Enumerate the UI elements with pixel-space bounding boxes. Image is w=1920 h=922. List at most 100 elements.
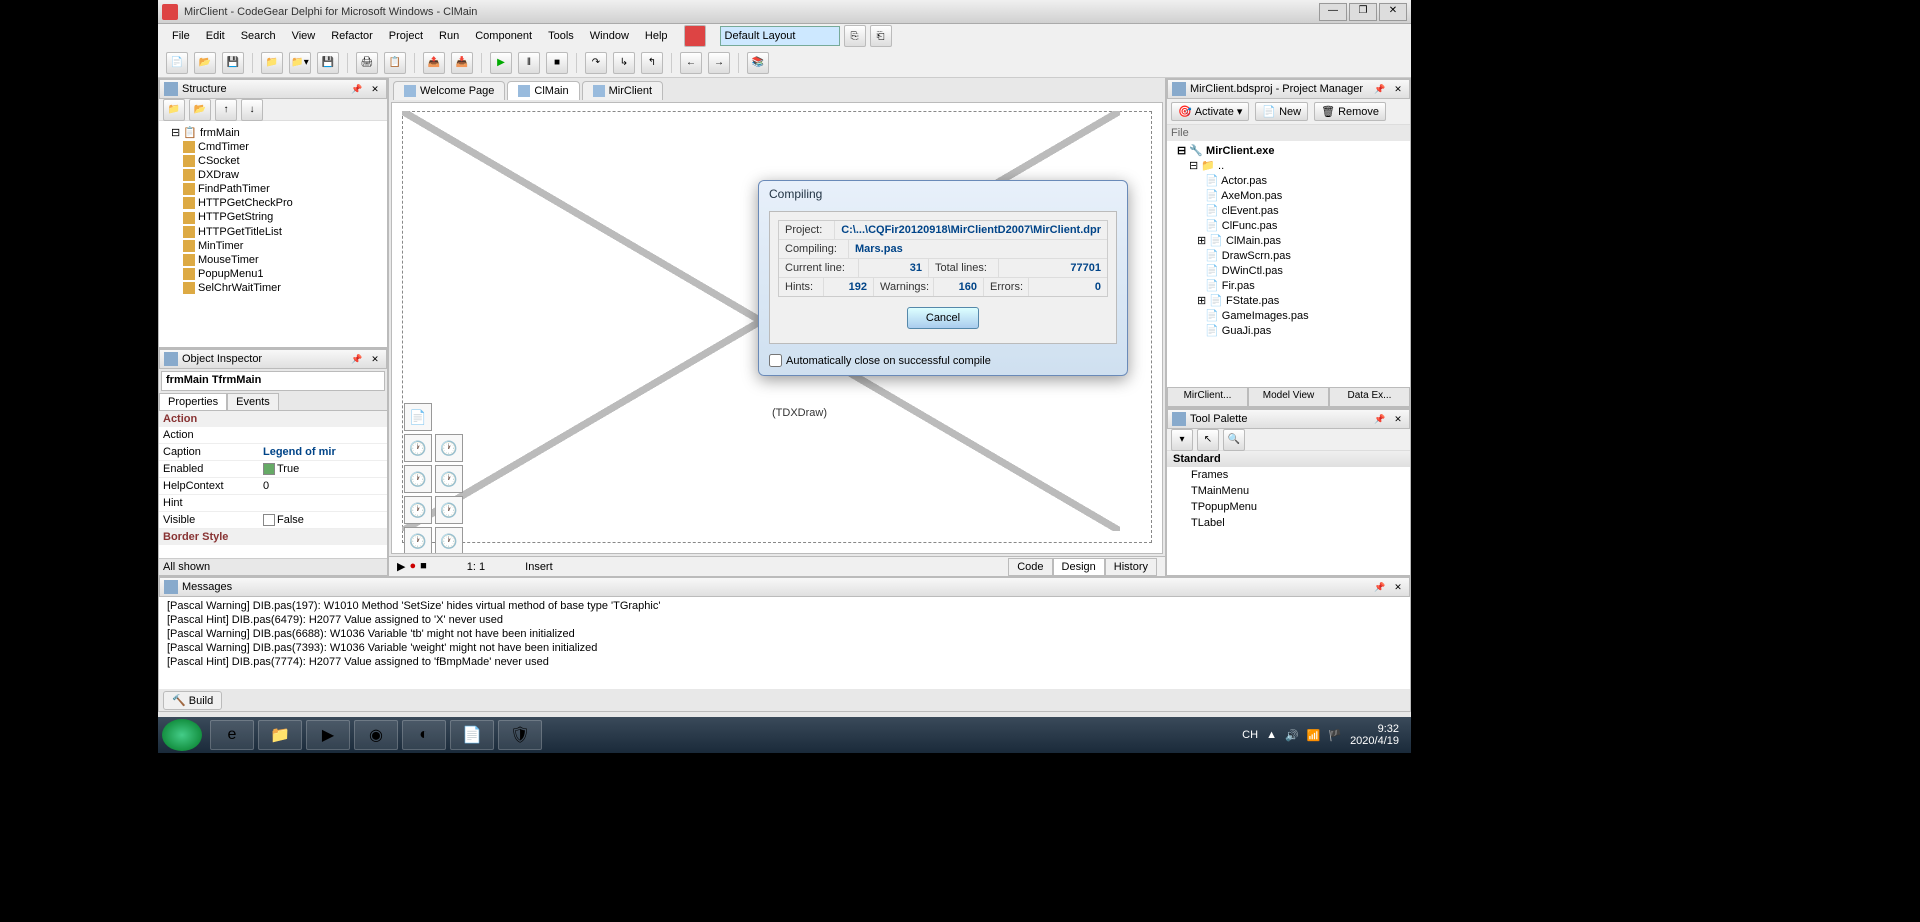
tree-item[interactable]: FindPathTimer	[163, 182, 383, 196]
close-icon[interactable]: ✕	[1391, 580, 1405, 594]
maximize-button[interactable]: ❐	[1349, 3, 1377, 21]
media-icon[interactable]: ▶	[306, 720, 350, 750]
close-icon[interactable]: ✕	[1391, 412, 1405, 426]
chrome-icon[interactable]: ◉	[354, 720, 398, 750]
prop-category[interactable]: Action	[159, 411, 387, 427]
close-icon[interactable]: ✕	[1391, 82, 1405, 96]
struct-down-icon[interactable]: ↓	[241, 99, 263, 121]
struct-up-icon[interactable]: ↑	[215, 99, 237, 121]
nav-fwd-icon[interactable]: →	[708, 52, 730, 74]
tree-item[interactable]: HTTPGetCheckPro	[163, 196, 383, 210]
pm-tab-model[interactable]: Model View	[1248, 387, 1329, 407]
explorer-icon[interactable]: 📁	[258, 720, 302, 750]
palette-item[interactable]: TMainMenu	[1167, 483, 1410, 499]
ie-icon[interactable]: e	[210, 720, 254, 750]
folder1-icon[interactable]: 📤	[423, 52, 445, 74]
timer-icon[interactable]: 🕐	[404, 465, 432, 493]
pause-icon[interactable]: ‖	[518, 52, 540, 74]
tab-events[interactable]: Events	[227, 393, 279, 410]
pin-icon[interactable]: 📌	[1373, 580, 1387, 594]
tree-item[interactable]: MinTimer	[163, 239, 383, 253]
tab-clmain[interactable]: ClMain	[507, 81, 579, 100]
cancel-button[interactable]: Cancel	[907, 307, 979, 329]
tree-item[interactable]: PopupMenu1	[163, 267, 383, 281]
file-item[interactable]: 📄 GuaJi.pas	[1169, 323, 1408, 338]
tab-welcome[interactable]: Welcome Page	[393, 81, 505, 100]
rec-icon[interactable]: ●	[409, 560, 416, 573]
network-icon[interactable]: 📶	[1307, 729, 1321, 742]
file-item[interactable]: 📄 AxeMon.pas	[1169, 188, 1408, 203]
tab-mirclient[interactable]: MirClient	[582, 81, 663, 100]
nav-back-icon[interactable]: ←	[680, 52, 702, 74]
pin-icon[interactable]: 📌	[1373, 412, 1387, 426]
menu-project[interactable]: Project	[383, 28, 429, 44]
file-item[interactable]: 📄 Fir.pas	[1169, 278, 1408, 293]
menu-component[interactable]: Component	[469, 28, 538, 44]
run-icon[interactable]: ▶	[490, 52, 512, 74]
file-item[interactable]: 📄 DrawScrn.pas	[1169, 248, 1408, 263]
layout-delete-icon[interactable]: ⎗	[870, 25, 892, 47]
new-items-icon[interactable]: 📄	[166, 52, 188, 74]
help-icon[interactable]: 📚	[747, 52, 769, 74]
prop-category[interactable]: Border Style	[159, 529, 387, 545]
message-item[interactable]: [Pascal Warning] DIB.pas(197): W1010 Met…	[167, 599, 1402, 613]
new-button[interactable]: 📄 New	[1255, 102, 1308, 121]
timer-icon[interactable]: 🕐	[435, 496, 463, 524]
timer-icon[interactable]: 🕐	[404, 434, 432, 462]
timer-icon[interactable]: 🕐	[404, 527, 432, 554]
step-over-icon[interactable]: ↷	[585, 52, 607, 74]
rec-stop-icon[interactable]: ■	[420, 560, 427, 573]
object-combo[interactable]: frmMain TfrmMain	[161, 371, 385, 391]
clock[interactable]: 9:32 2020/4/19	[1350, 723, 1399, 747]
pin-icon[interactable]: 📌	[1373, 82, 1387, 96]
pointer-icon[interactable]: ↖	[1197, 429, 1219, 451]
add-file-icon[interactable]: 📁▾	[289, 52, 311, 74]
tray-icon[interactable]: ▲	[1266, 729, 1277, 741]
tab-code[interactable]: Code	[1008, 558, 1052, 576]
layout-save-icon[interactable]: ⎘	[844, 25, 866, 47]
timer-icon[interactable]: 🕐	[435, 527, 463, 554]
folder2-icon[interactable]: 📥	[451, 52, 473, 74]
pm-tab-project[interactable]: MirClient...	[1167, 387, 1248, 407]
close-button[interactable]: ✕	[1379, 3, 1407, 21]
pin-icon[interactable]: 📌	[350, 82, 364, 96]
stop-icon[interactable]: ■	[546, 52, 568, 74]
messages-list[interactable]: [Pascal Warning] DIB.pas(197): W1010 Met…	[159, 597, 1410, 689]
activate-button[interactable]: 🎯 Activate ▾	[1171, 102, 1249, 121]
tab-design[interactable]: Design	[1053, 558, 1105, 576]
tree-item[interactable]: HTTPGetTitleList	[163, 225, 383, 239]
step-into-icon[interactable]: ↳	[613, 52, 635, 74]
flag-icon[interactable]: 🏴	[1328, 729, 1342, 742]
tree-item[interactable]: CSocket	[163, 154, 383, 168]
message-item[interactable]: [Pascal Warning] DIB.pas(7393): W1036 Va…	[167, 641, 1402, 655]
menu-edit[interactable]: Edit	[200, 28, 231, 44]
timer-icon[interactable]: 🕐	[404, 496, 432, 524]
pin-icon[interactable]: 📌	[350, 352, 364, 366]
exe-node[interactable]: ⊟ 🔧 MirClient.exe	[1169, 143, 1408, 158]
menu-tools[interactable]: Tools	[542, 28, 580, 44]
autoclose-checkbox[interactable]	[769, 354, 782, 367]
file-item[interactable]: ⊟ 📁 ..	[1169, 158, 1408, 173]
palette-item[interactable]: TLabel	[1167, 515, 1410, 531]
message-item[interactable]: [Pascal Hint] DIB.pas(6479): H2077 Value…	[167, 613, 1402, 627]
menu-refactor[interactable]: Refactor	[325, 28, 379, 44]
palette-category[interactable]: Standard	[1167, 451, 1410, 467]
menu-search[interactable]: Search	[235, 28, 282, 44]
save-icon[interactable]: 💾	[222, 52, 244, 74]
print-icon[interactable]: 🖨	[356, 52, 378, 74]
close-icon[interactable]: ✕	[368, 352, 382, 366]
layout-combo[interactable]	[720, 26, 840, 46]
tab-properties[interactable]: Properties	[159, 393, 227, 410]
tree-item[interactable]: MouseTimer	[163, 253, 383, 267]
file-item[interactable]: 📄 Actor.pas	[1169, 173, 1408, 188]
palette-cat-icon[interactable]: ▾	[1171, 429, 1193, 451]
build-tab[interactable]: 🔨 Build	[163, 691, 222, 710]
palette-item[interactable]: TPopupMenu	[1167, 499, 1410, 515]
filter-icon[interactable]: 🔍	[1223, 429, 1245, 451]
lang-indicator[interactable]: CH	[1242, 729, 1258, 741]
rec-play-icon[interactable]: ▶	[397, 560, 405, 573]
palette-item[interactable]: Frames	[1167, 467, 1410, 483]
menu-file[interactable]: File	[166, 28, 196, 44]
units-icon[interactable]: 📋	[384, 52, 406, 74]
file-item[interactable]: 📄 clEvent.pas	[1169, 203, 1408, 218]
